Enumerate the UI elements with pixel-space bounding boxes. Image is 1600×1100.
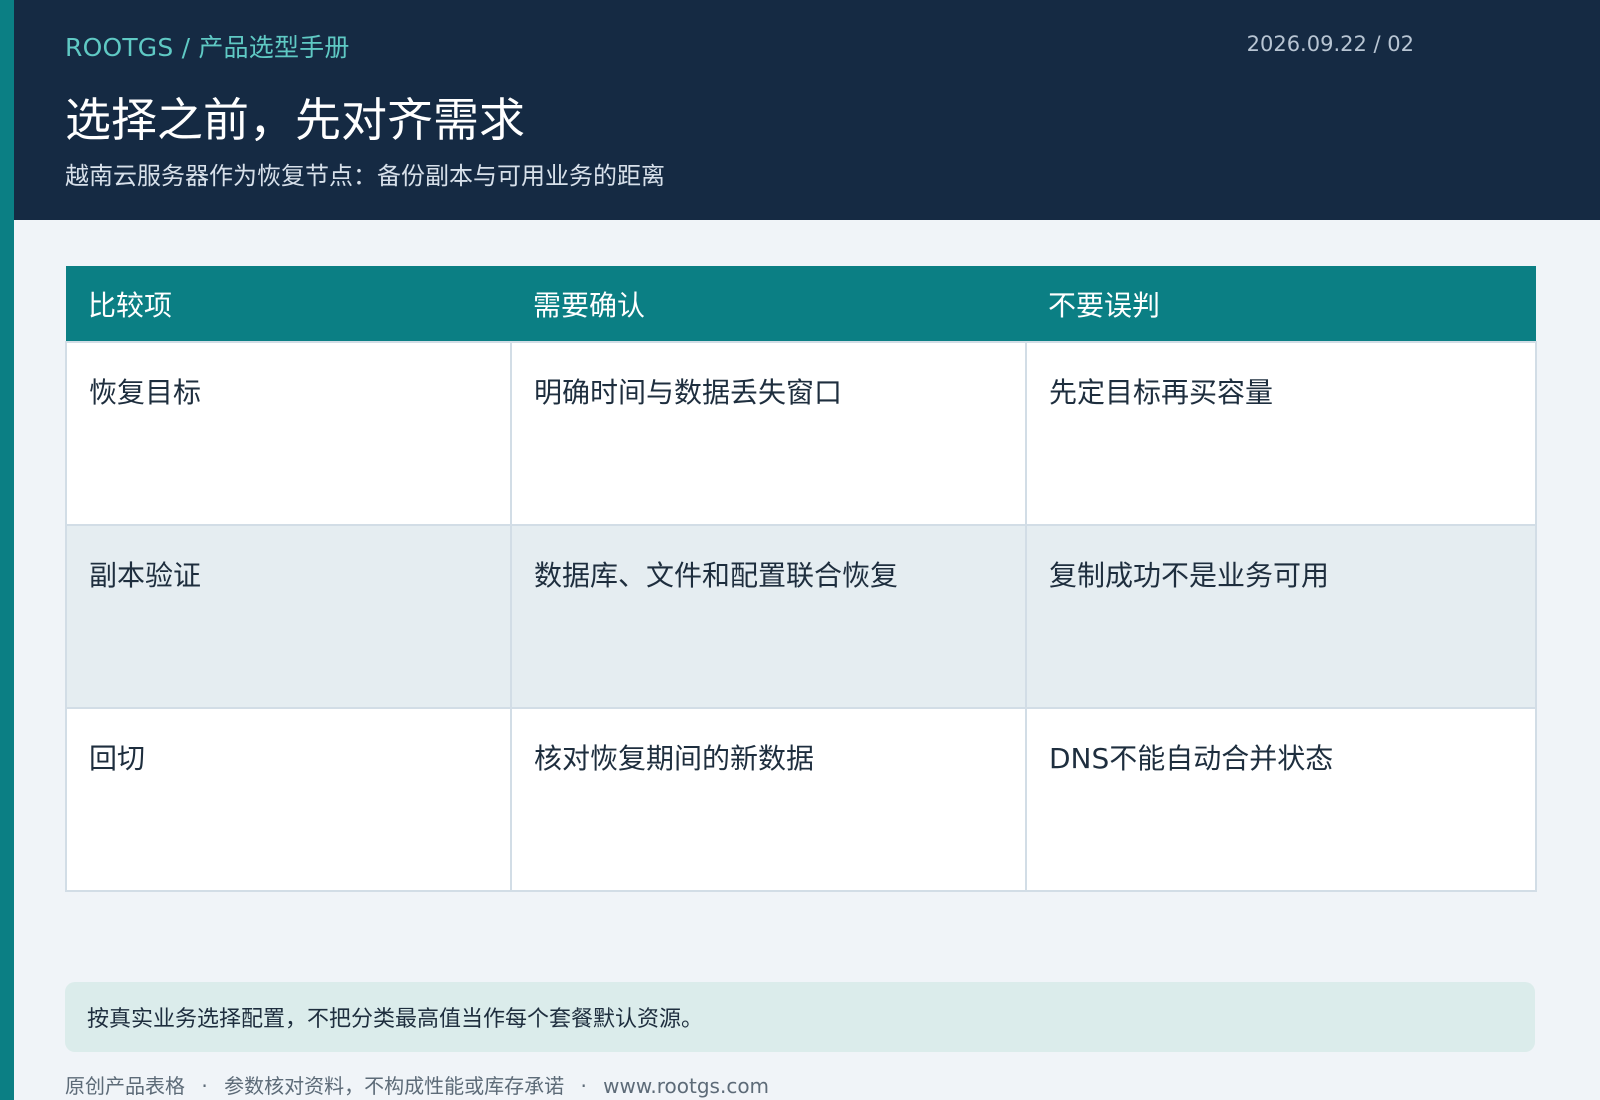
left-accent-bar — [0, 0, 14, 1100]
comparison-table-container: 比较项 需要确认 不要误判 恢复目标 明确时间与数据丢失窗口 先定目标再买容量 … — [65, 266, 1537, 892]
comparison-table: 比较项 需要确认 不要误判 恢复目标 明确时间与数据丢失窗口 先定目标再买容量 … — [65, 266, 1537, 892]
header: ROOTGS / 产品选型手册 2026.09.22 / 02 选择之前，先对齐… — [14, 0, 1600, 220]
table-row: 副本验证 数据库、文件和配置联合恢复 复制成功不是业务可用 — [65, 524, 1537, 709]
table-cell: 数据库、文件和配置联合恢复 — [510, 524, 1027, 709]
note-box: 按真实业务选择配置，不把分类最高值当作每个套餐默认资源。 — [65, 982, 1535, 1052]
footer: 原创产品表格 · 参数核对资料，不构成性能或库存承诺 · www.rootgs.… — [65, 1070, 769, 1099]
breadcrumb: ROOTGS / 产品选型手册 — [65, 33, 350, 62]
document-date-page: 2026.09.22 / 02 — [1246, 32, 1414, 56]
table-cell: DNS不能自动合并状态 — [1025, 707, 1537, 892]
footer-item-original: 原创产品表格 — [65, 1074, 185, 1098]
note-text: 按真实业务选择配置，不把分类最高值当作每个套餐默认资源。 — [87, 1007, 704, 1032]
footer-separator: · — [201, 1074, 208, 1098]
table-cell: 恢复目标 — [65, 341, 512, 526]
table-cell: 副本验证 — [65, 524, 512, 709]
table-row: 回切 核对恢复期间的新数据 DNS不能自动合并状态 — [65, 707, 1537, 892]
footer-separator: · — [580, 1074, 587, 1098]
table-header-row: 比较项 需要确认 不要误判 — [66, 266, 1536, 342]
footer-website-link[interactable]: www.rootgs.com — [603, 1074, 769, 1098]
table-cell: 回切 — [65, 707, 512, 892]
column-header-item: 比较项 — [66, 266, 511, 342]
footer-item-disclaimer: 参数核对资料，不构成性能或库存承诺 — [224, 1074, 565, 1098]
table-cell: 核对恢复期间的新数据 — [510, 707, 1027, 892]
page-subtitle: 越南云服务器作为恢复节点：备份副本与可用业务的距离 — [65, 162, 665, 190]
page: ROOTGS / 产品选型手册 2026.09.22 / 02 选择之前，先对齐… — [0, 0, 1600, 1100]
table-row: 恢复目标 明确时间与数据丢失窗口 先定目标再买容量 — [65, 341, 1537, 526]
page-title: 选择之前，先对齐需求 — [65, 93, 525, 147]
column-header-confirm: 需要确认 — [511, 266, 1026, 342]
table-cell: 复制成功不是业务可用 — [1025, 524, 1537, 709]
table-cell: 先定目标再买容量 — [1025, 341, 1537, 526]
table-cell: 明确时间与数据丢失窗口 — [510, 341, 1027, 526]
column-header-misjudge: 不要误判 — [1026, 266, 1536, 342]
